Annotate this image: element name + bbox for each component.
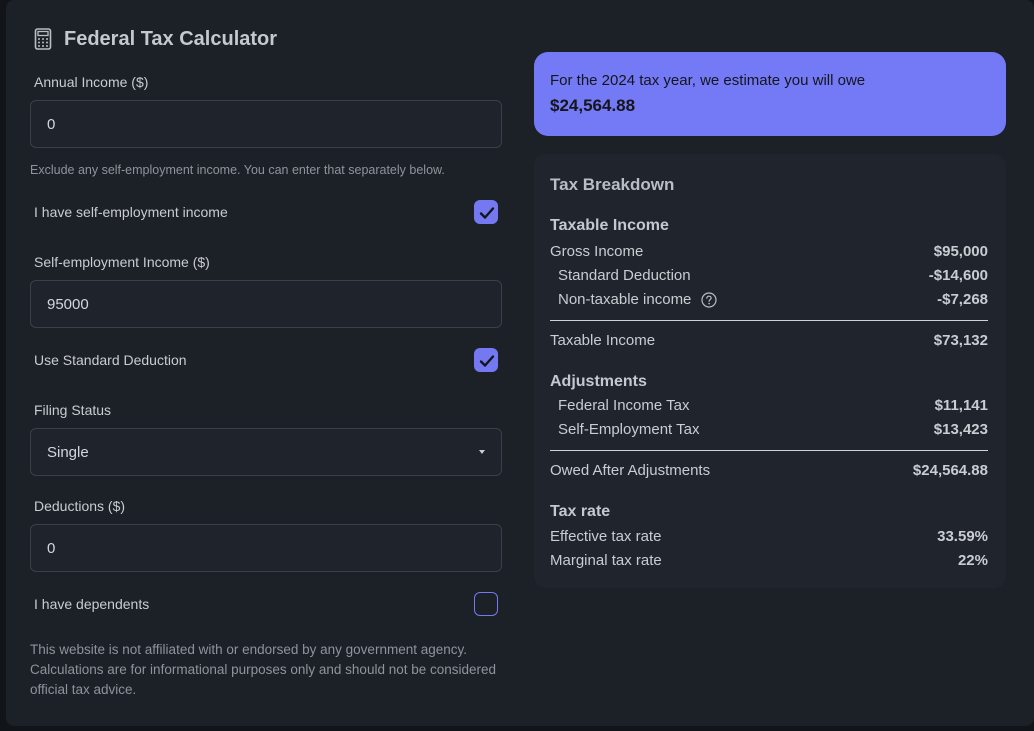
non-taxable-income-key: Non-taxable income: [550, 291, 718, 308]
non-taxable-income-value: -$7,268: [937, 291, 988, 308]
standard-deduction-label: Standard Deduction: [558, 267, 691, 284]
federal-income-tax-value: $11,141: [934, 397, 988, 414]
header: Federal Tax Calculator: [30, 24, 277, 54]
calculator-panel: Federal Tax Calculator Annual Income ($)…: [6, 0, 1034, 726]
taxable-income-total-value: $73,132: [933, 332, 988, 349]
self-employment-tax-row: Self-Employment Tax $13,423: [550, 421, 988, 438]
dependents-checkbox[interactable]: [474, 592, 498, 616]
breakdown-title: Tax Breakdown: [550, 175, 675, 194]
taxable-income-total-row: Taxable Income $73,132: [550, 332, 988, 349]
self-employment-tax-value: $13,423: [933, 421, 988, 438]
effective-tax-rate-row: Effective tax rate 33.59%: [550, 528, 988, 545]
effective-tax-rate-value: 33.59%: [937, 528, 988, 545]
self-employment-tax-label: Self-Employment Tax: [558, 421, 700, 438]
deductions-label: Deductions ($): [34, 498, 126, 514]
self-employment-toggle-label: I have self-employment income: [34, 204, 228, 220]
marginal-tax-rate-value: 22%: [957, 552, 988, 569]
estimate-text: For the 2024 tax year, we estimate you w…: [550, 72, 866, 89]
checkmark-icon: [479, 207, 495, 219]
federal-income-tax-row: Federal Income Tax $11,141: [550, 397, 988, 414]
non-taxable-income-row: Non-taxable income -$7,268: [550, 291, 988, 308]
estimate-summary: For the 2024 tax year, we estimate you w…: [534, 52, 1006, 136]
page-title: Federal Tax Calculator: [64, 27, 278, 50]
standard-deduction-row: Standard Deduction -$14,600: [550, 267, 988, 284]
federal-income-tax-label: Federal Income Tax: [558, 397, 690, 414]
disclaimer: This website is not affiliated with or e…: [30, 642, 497, 697]
gross-income-value: $95,000: [933, 243, 988, 260]
tax-rate-heading: Tax rate: [550, 503, 611, 520]
chevron-down-icon: [479, 450, 485, 454]
divider: [550, 450, 988, 451]
marginal-tax-rate-label: Marginal tax rate: [550, 552, 662, 569]
deductions-value: 0: [47, 539, 56, 557]
deductions-input[interactable]: 0: [30, 524, 502, 572]
self-employment-income-value: 95000: [47, 295, 89, 313]
divider: [550, 320, 988, 321]
filing-status-label: Filing Status: [34, 402, 112, 418]
owed-after-adjustments-value: $24,564.88: [912, 462, 988, 479]
taxable-income-heading: Taxable Income: [550, 217, 669, 234]
filing-status-value: Single: [47, 443, 89, 461]
dependents-toggle-label: I have dependents: [34, 596, 150, 612]
checkmark-icon: [479, 355, 495, 367]
marginal-tax-rate-row: Marginal tax rate 22%: [550, 552, 988, 569]
annual-income-input[interactable]: 0: [30, 100, 502, 148]
gross-income-row: Gross Income $95,000: [550, 243, 988, 260]
self-employment-income-label: Self-employment Income ($): [34, 254, 210, 270]
standard-deduction-value: -$14,600: [928, 267, 988, 284]
tax-breakdown-card: Tax Breakdown Taxable Income Gross Incom…: [534, 154, 1006, 588]
non-taxable-income-label: Non-taxable income: [558, 291, 692, 308]
effective-tax-rate-label: Effective tax rate: [550, 528, 662, 545]
calculator-icon: [34, 28, 52, 50]
owed-after-adjustments-label: Owed After Adjustments: [550, 462, 711, 479]
adjustments-heading: Adjustments: [550, 373, 647, 390]
annual-income-hint: Exclude any self-employment income. You …: [30, 163, 445, 177]
annual-income-value: 0: [47, 115, 56, 133]
filing-status-select[interactable]: Single: [30, 428, 502, 476]
annual-income-label: Annual Income ($): [34, 74, 149, 90]
standard-deduction-checkbox[interactable]: [474, 348, 498, 372]
taxable-income-total-label: Taxable Income: [550, 332, 656, 349]
self-employment-checkbox[interactable]: [474, 200, 498, 224]
estimate-amount: $24,564.88: [550, 96, 636, 115]
gross-income-label: Gross Income: [550, 243, 644, 260]
question-circle-icon[interactable]: [701, 291, 718, 308]
self-employment-income-input[interactable]: 95000: [30, 280, 502, 328]
standard-deduction-toggle-label: Use Standard Deduction: [34, 352, 187, 368]
owed-after-adjustments-row: Owed After Adjustments $24,564.88: [550, 462, 988, 479]
